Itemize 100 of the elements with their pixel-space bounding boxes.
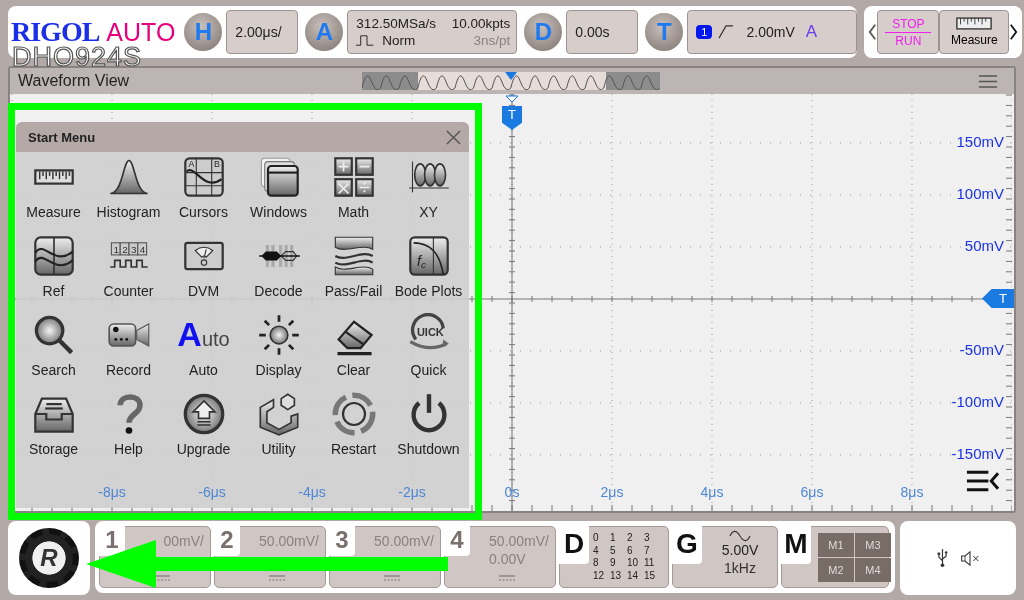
digital-channel-number: 15 xyxy=(644,569,657,582)
chevron-right-icon[interactable] xyxy=(1009,23,1019,41)
collapse-menu-icon[interactable] xyxy=(965,469,1000,493)
time-scale-label: -2μs xyxy=(398,484,426,500)
start-menu-item[interactable]: Measure xyxy=(16,154,91,233)
channel-scale: 50.00mV/ xyxy=(374,532,434,550)
voltage-scale-label: -50mV xyxy=(959,341,1004,358)
start-menu-item[interactable]: A B Cursors xyxy=(166,154,241,233)
time-scale-label: 4μs xyxy=(700,484,724,500)
start-menu-item[interactable]: Help xyxy=(91,391,166,470)
dc-coupling-icon xyxy=(499,575,515,581)
channel-number: 2 xyxy=(214,524,240,556)
menu-icon[interactable] xyxy=(978,73,998,89)
digital-letter: D xyxy=(559,524,589,564)
generator-letter: G xyxy=(672,524,702,564)
start-menu-button[interactable]: R xyxy=(8,521,90,595)
sun-icon xyxy=(256,313,301,357)
dc-coupling-icon xyxy=(384,575,400,581)
start-menu-item[interactable]: Search xyxy=(16,312,91,391)
start-menu-item[interactable]: f$_{c}$ Bode Plots xyxy=(391,233,466,312)
start-menu-item[interactable]: Record xyxy=(91,312,166,391)
usb-icon xyxy=(936,548,948,568)
digital-channel-number: 4 xyxy=(593,544,600,557)
channel-scale: 00mV/ xyxy=(163,532,204,550)
start-menu-item[interactable]: DVM xyxy=(166,233,241,312)
start-menu-item[interactable]: Display xyxy=(241,312,316,391)
start-menu-item[interactable]: Clear xyxy=(316,312,391,391)
digital-channel-number: 6 xyxy=(627,544,634,557)
math-slot-button[interactable]: M1 xyxy=(818,533,854,557)
trigger-panel[interactable]: 1 2.00mV A xyxy=(687,10,858,54)
time-scale-label: -6μs xyxy=(198,484,226,500)
math-slot-button[interactable]: M3 xyxy=(855,533,891,557)
trigger-level-marker[interactable]: T xyxy=(982,289,1014,308)
chevron-left-icon[interactable] xyxy=(868,23,878,41)
bode-plot-icon: f$_{c}$ xyxy=(406,234,451,278)
ref-waveform-icon xyxy=(31,234,76,278)
upload-icon xyxy=(181,392,226,436)
start-menu-item[interactable]: 1 2 3 4 Counter xyxy=(91,233,166,312)
digital-channel-number: 12 xyxy=(593,569,606,582)
time-resolution: 3ns/pt xyxy=(473,33,511,48)
start-menu-item[interactable]: Pass/Fail xyxy=(316,233,391,312)
run-label: RUN xyxy=(885,31,932,48)
trigger-position-marker[interactable]: T xyxy=(502,106,522,130)
dc-coupling-icon xyxy=(154,575,170,581)
time-scale-label: 2μs xyxy=(600,484,624,500)
digital-card[interactable]: D 0 1 2 3 4 5 6 7 8 9 10 11 12 13 14 15 xyxy=(559,526,669,588)
voltage-scale-label: 150mV xyxy=(956,133,1004,150)
digital-channel-number: 11 xyxy=(644,557,656,570)
start-menu-item[interactable]: Storage xyxy=(16,391,91,470)
stop-label: STOP xyxy=(892,16,925,31)
start-menu-item[interactable]: Windows xyxy=(241,154,316,233)
delay-display[interactable]: 0.00s xyxy=(566,10,639,54)
acquire-panel[interactable]: 312.50MSa/s 10.00kpts Norm 3ns/pt xyxy=(347,10,518,54)
speaker-muted-icon xyxy=(959,549,980,567)
digital-channel-number: 9 xyxy=(610,557,617,570)
channel-scale: 50.00mV/ xyxy=(259,532,319,550)
timebase-display[interactable]: 2.00μs/ xyxy=(226,10,299,54)
start-menu-item[interactable]: Ref xyxy=(16,233,91,312)
channel-card[interactable]: 4 50.00mV/ 0.00V xyxy=(444,526,556,588)
time-scale-label: 6μs xyxy=(800,484,824,500)
channel-scale: 50.00mV/ xyxy=(489,532,549,550)
rising-edge-icon xyxy=(717,25,736,39)
digital-channel-number: 3 xyxy=(644,532,651,545)
digital-channel-number: 2 xyxy=(627,532,634,545)
start-menu-item[interactable]: Shutdown xyxy=(391,391,466,470)
measure-button[interactable]: Measure xyxy=(939,10,1010,54)
acquire-mode: Norm xyxy=(382,33,416,48)
start-menu-item[interactable]: Auto Auto xyxy=(166,312,241,391)
digital-channel-number: 7 xyxy=(644,544,651,557)
digital-channel-number: 5 xyxy=(610,544,617,557)
ruler-icon xyxy=(956,17,993,30)
start-menu-item[interactable]: Utility xyxy=(241,391,316,470)
start-menu-item[interactable]: Upgrade xyxy=(166,391,241,470)
generator-card[interactable]: G 5.00V 1kHz xyxy=(672,526,778,588)
start-menu-item[interactable]: Math xyxy=(316,154,391,233)
generator-frequency: 1kHz xyxy=(724,560,756,576)
start-menu-item[interactable]: Decode xyxy=(241,233,316,312)
math-icon xyxy=(331,155,376,199)
time-scale-label: 0s xyxy=(504,484,520,500)
voltage-scale-label: 50mV xyxy=(964,237,1004,254)
channel-number: 1 xyxy=(99,524,125,556)
generator-amplitude: 5.00V xyxy=(721,542,759,558)
start-menu-item[interactable]: XY xyxy=(391,154,466,233)
close-icon[interactable] xyxy=(446,129,461,145)
hexagon-icon xyxy=(256,392,301,436)
start-menu-item[interactable]: Histogram xyxy=(91,154,166,233)
channel-offset: 0.00V xyxy=(489,550,526,568)
digital-channel-number: 14 xyxy=(627,569,640,582)
cursors-icon: A B xyxy=(181,155,226,199)
math-slot-button[interactable]: M2 xyxy=(818,558,854,582)
start-menu-item[interactable]: Restart xyxy=(316,391,391,470)
math-card[interactable]: M M1 M3 M2 M4 xyxy=(781,526,889,588)
waveform-overview-drawing[interactable] xyxy=(362,72,660,90)
dc-coupling-icon xyxy=(269,575,285,581)
trigger-source-badge: 1 xyxy=(696,25,713,39)
math-slot-button[interactable]: M4 xyxy=(855,558,891,582)
time-scale-label: -8μs xyxy=(98,484,126,500)
digital-channel-number: 10 xyxy=(627,557,640,570)
measure-label: Measure xyxy=(951,33,998,47)
start-menu-item[interactable]: UICK Quick xyxy=(391,312,466,391)
